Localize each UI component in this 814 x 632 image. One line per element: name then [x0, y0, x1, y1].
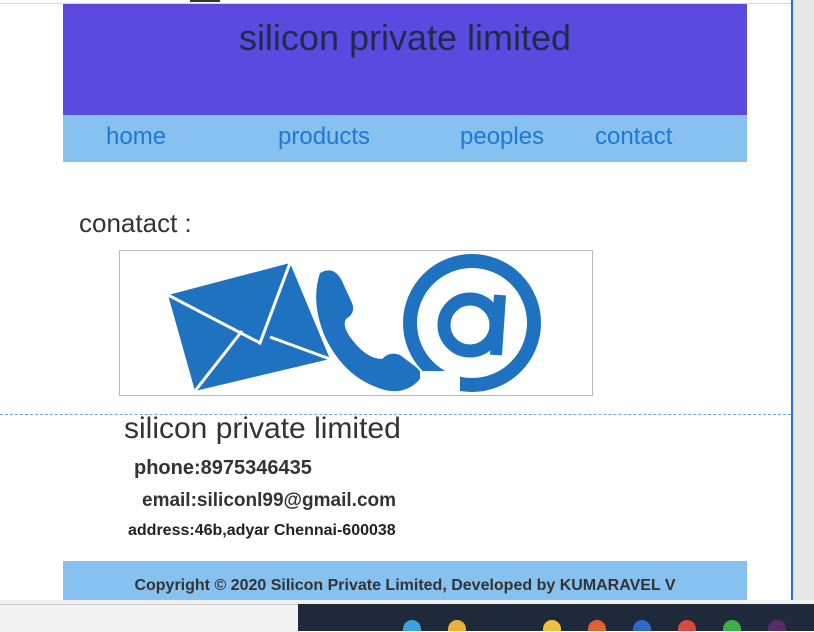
phone-text: phone:8975346435 [134, 457, 312, 479]
nav-home-link[interactable]: home [106, 123, 166, 151]
scroll-indicator [190, 0, 220, 2]
contact-image [119, 250, 593, 396]
main-nav: home products peoples contact [63, 115, 747, 162]
envelope-icon [167, 262, 331, 392]
at-sign-icon [403, 254, 541, 395]
address-text: address:46b,adyar Chennai-600038 [128, 522, 396, 539]
office-icon[interactable] [588, 620, 606, 631]
site-footer: Copyright © 2020 Silicon Private Limited… [63, 561, 747, 601]
whatsapp-icon[interactable] [723, 620, 741, 631]
chrome-icon[interactable] [678, 620, 696, 631]
nav-products-link[interactable]: products [278, 123, 370, 151]
os-taskbar [298, 604, 814, 631]
store-icon[interactable] [633, 620, 651, 631]
email-text: email:siliconl99@gmail.com [142, 490, 397, 511]
browser-status-bar [0, 604, 298, 632]
site-title: silicon private limited [238, 17, 572, 58]
contact-heading: conatact : [79, 208, 192, 238]
browser-icon[interactable] [403, 620, 421, 631]
company-name: silicon private limited [124, 412, 401, 445]
site-header: silicon private limited [63, 4, 747, 115]
folder-icon[interactable] [448, 620, 466, 631]
nav-peoples-link[interactable]: peoples [460, 123, 544, 151]
app-icon[interactable] [543, 620, 561, 631]
nav-contact-link[interactable]: contact [595, 123, 672, 151]
editor-icon[interactable] [768, 620, 786, 631]
scrollbar-gutter[interactable] [793, 0, 814, 600]
copyright-text: Copyright © 2020 Silicon Private Limited… [134, 577, 676, 594]
